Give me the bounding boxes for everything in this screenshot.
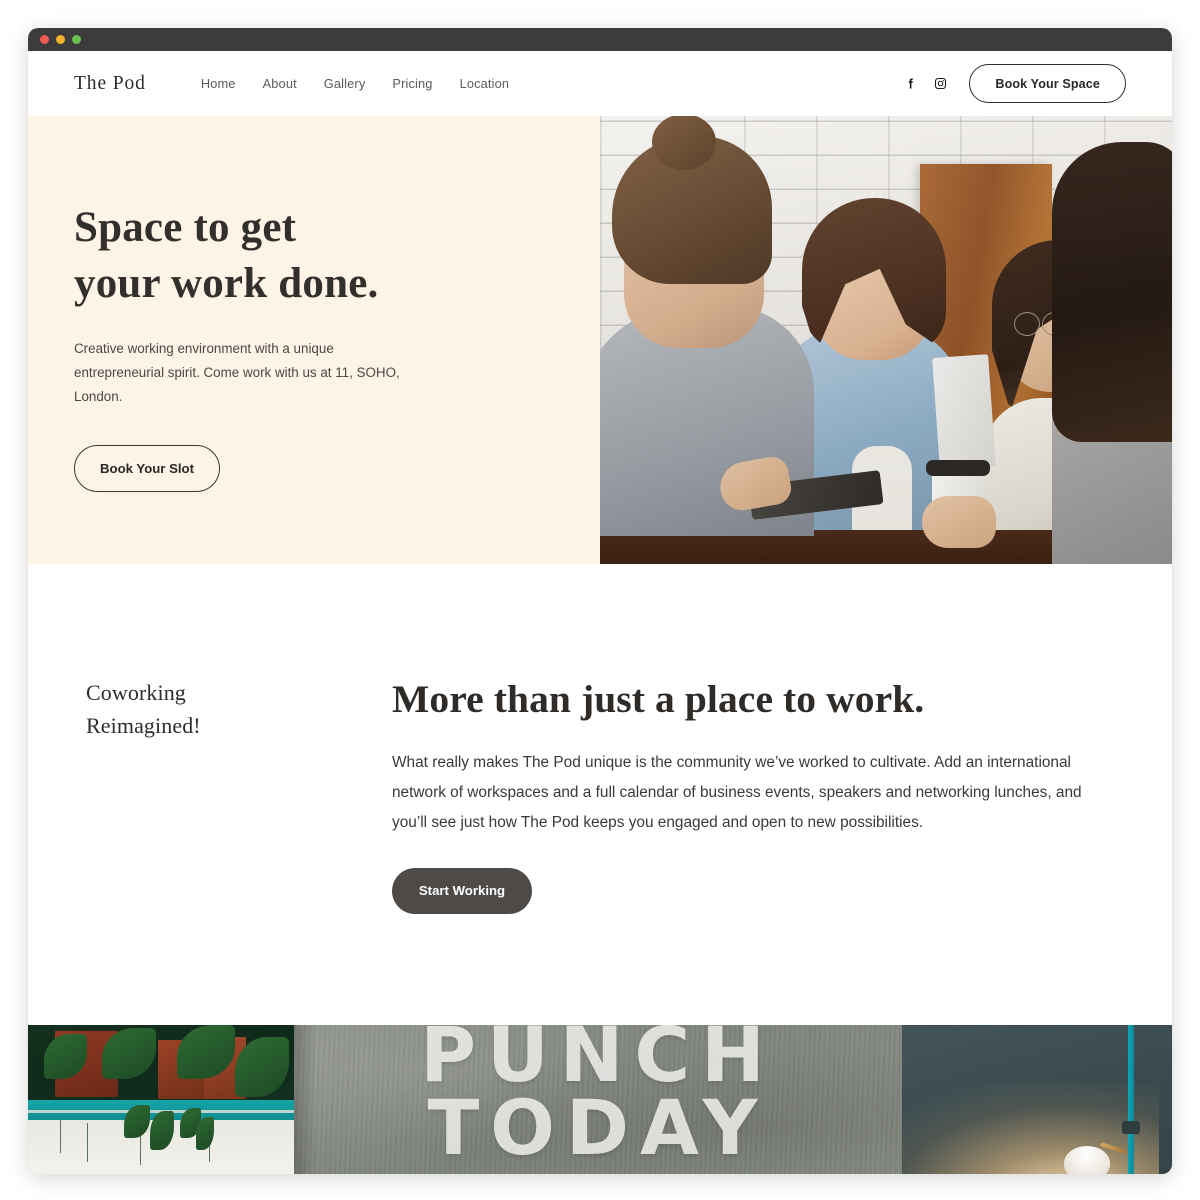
hero-section: Space to get your work done. Creative wo… (28, 116, 1172, 564)
brand-logo[interactable]: The Pod (74, 73, 146, 95)
hero-photo (600, 116, 1172, 564)
about-eyebrow: Coworking Reimagined! (86, 676, 392, 914)
browser-titlebar (28, 28, 1172, 51)
screenshot-stage: The Pod Home About Gallery Pricing Locat… (0, 0, 1200, 1200)
gallery-image-plants[interactable] (28, 1025, 294, 1174)
gallery-image-punch-today[interactable]: PUNCH TODAY (294, 1025, 902, 1174)
hero-photo-overlay (600, 116, 1172, 564)
nav-item-location[interactable]: Location (460, 76, 510, 91)
hero-subtitle: Creative working environment with a uniq… (74, 340, 400, 404)
nav-item-pricing[interactable]: Pricing (392, 76, 432, 91)
about-title: More than just a place to work. (392, 677, 925, 721)
hero-title: Space to get your work done. (74, 200, 494, 312)
about-eyebrow-line-2: Reimagined! (86, 713, 201, 738)
nav-item-about[interactable]: About (263, 76, 297, 91)
hero-title-line-1: Space to get (74, 204, 297, 251)
vine-3 (139, 1129, 142, 1166)
window-maximize-button[interactable] (72, 35, 81, 44)
vine-4 (208, 1126, 211, 1163)
main-navigation: Home About Gallery Pricing Location (201, 76, 509, 91)
punch-today-text: PUNCH TODAY (294, 1025, 902, 1165)
lamp-shade (1064, 1146, 1110, 1174)
book-your-slot-button[interactable]: Book Your Slot (74, 445, 220, 493)
vine-1 (59, 1120, 62, 1154)
gallery-image-wall-lamp[interactable] (902, 1025, 1172, 1174)
facebook-icon[interactable] (895, 69, 925, 99)
instagram-icon[interactable] (925, 69, 955, 99)
nav-item-home[interactable]: Home (201, 76, 236, 91)
book-your-space-button[interactable]: Book Your Space (969, 64, 1126, 103)
about-eyebrow-line-1: Coworking (86, 680, 186, 705)
nav-item-gallery[interactable]: Gallery (324, 76, 366, 91)
gallery-strip: PUNCH TODAY (28, 1025, 1172, 1174)
window-minimize-button[interactable] (56, 35, 65, 44)
hero-title-line-2: your work done. (74, 259, 379, 307)
punch-text-line-2: TODAY (427, 1082, 769, 1172)
page-viewport: The Pod Home About Gallery Pricing Locat… (28, 51, 1172, 1174)
lamp-glow (902, 1081, 1159, 1174)
window-close-button[interactable] (40, 35, 49, 44)
pipe-clamp (1122, 1121, 1140, 1134)
header-actions: Book Your Space (895, 64, 1126, 103)
teal-pipe (1128, 1025, 1134, 1174)
site-header: The Pod Home About Gallery Pricing Locat… (28, 51, 1172, 116)
about-inner: Coworking Reimagined! More than just a p… (28, 676, 1172, 914)
about-section: Coworking Reimagined! More than just a p… (28, 564, 1172, 1003)
start-working-button[interactable]: Start Working (392, 867, 532, 914)
vine-2 (86, 1123, 89, 1163)
about-content: More than just a place to work. What rea… (392, 676, 1126, 914)
browser-window: The Pod Home About Gallery Pricing Locat… (28, 28, 1172, 1174)
about-body: What really makes The Pod unique is the … (392, 753, 1082, 832)
hero-content: Space to get your work done. Creative wo… (28, 116, 600, 564)
